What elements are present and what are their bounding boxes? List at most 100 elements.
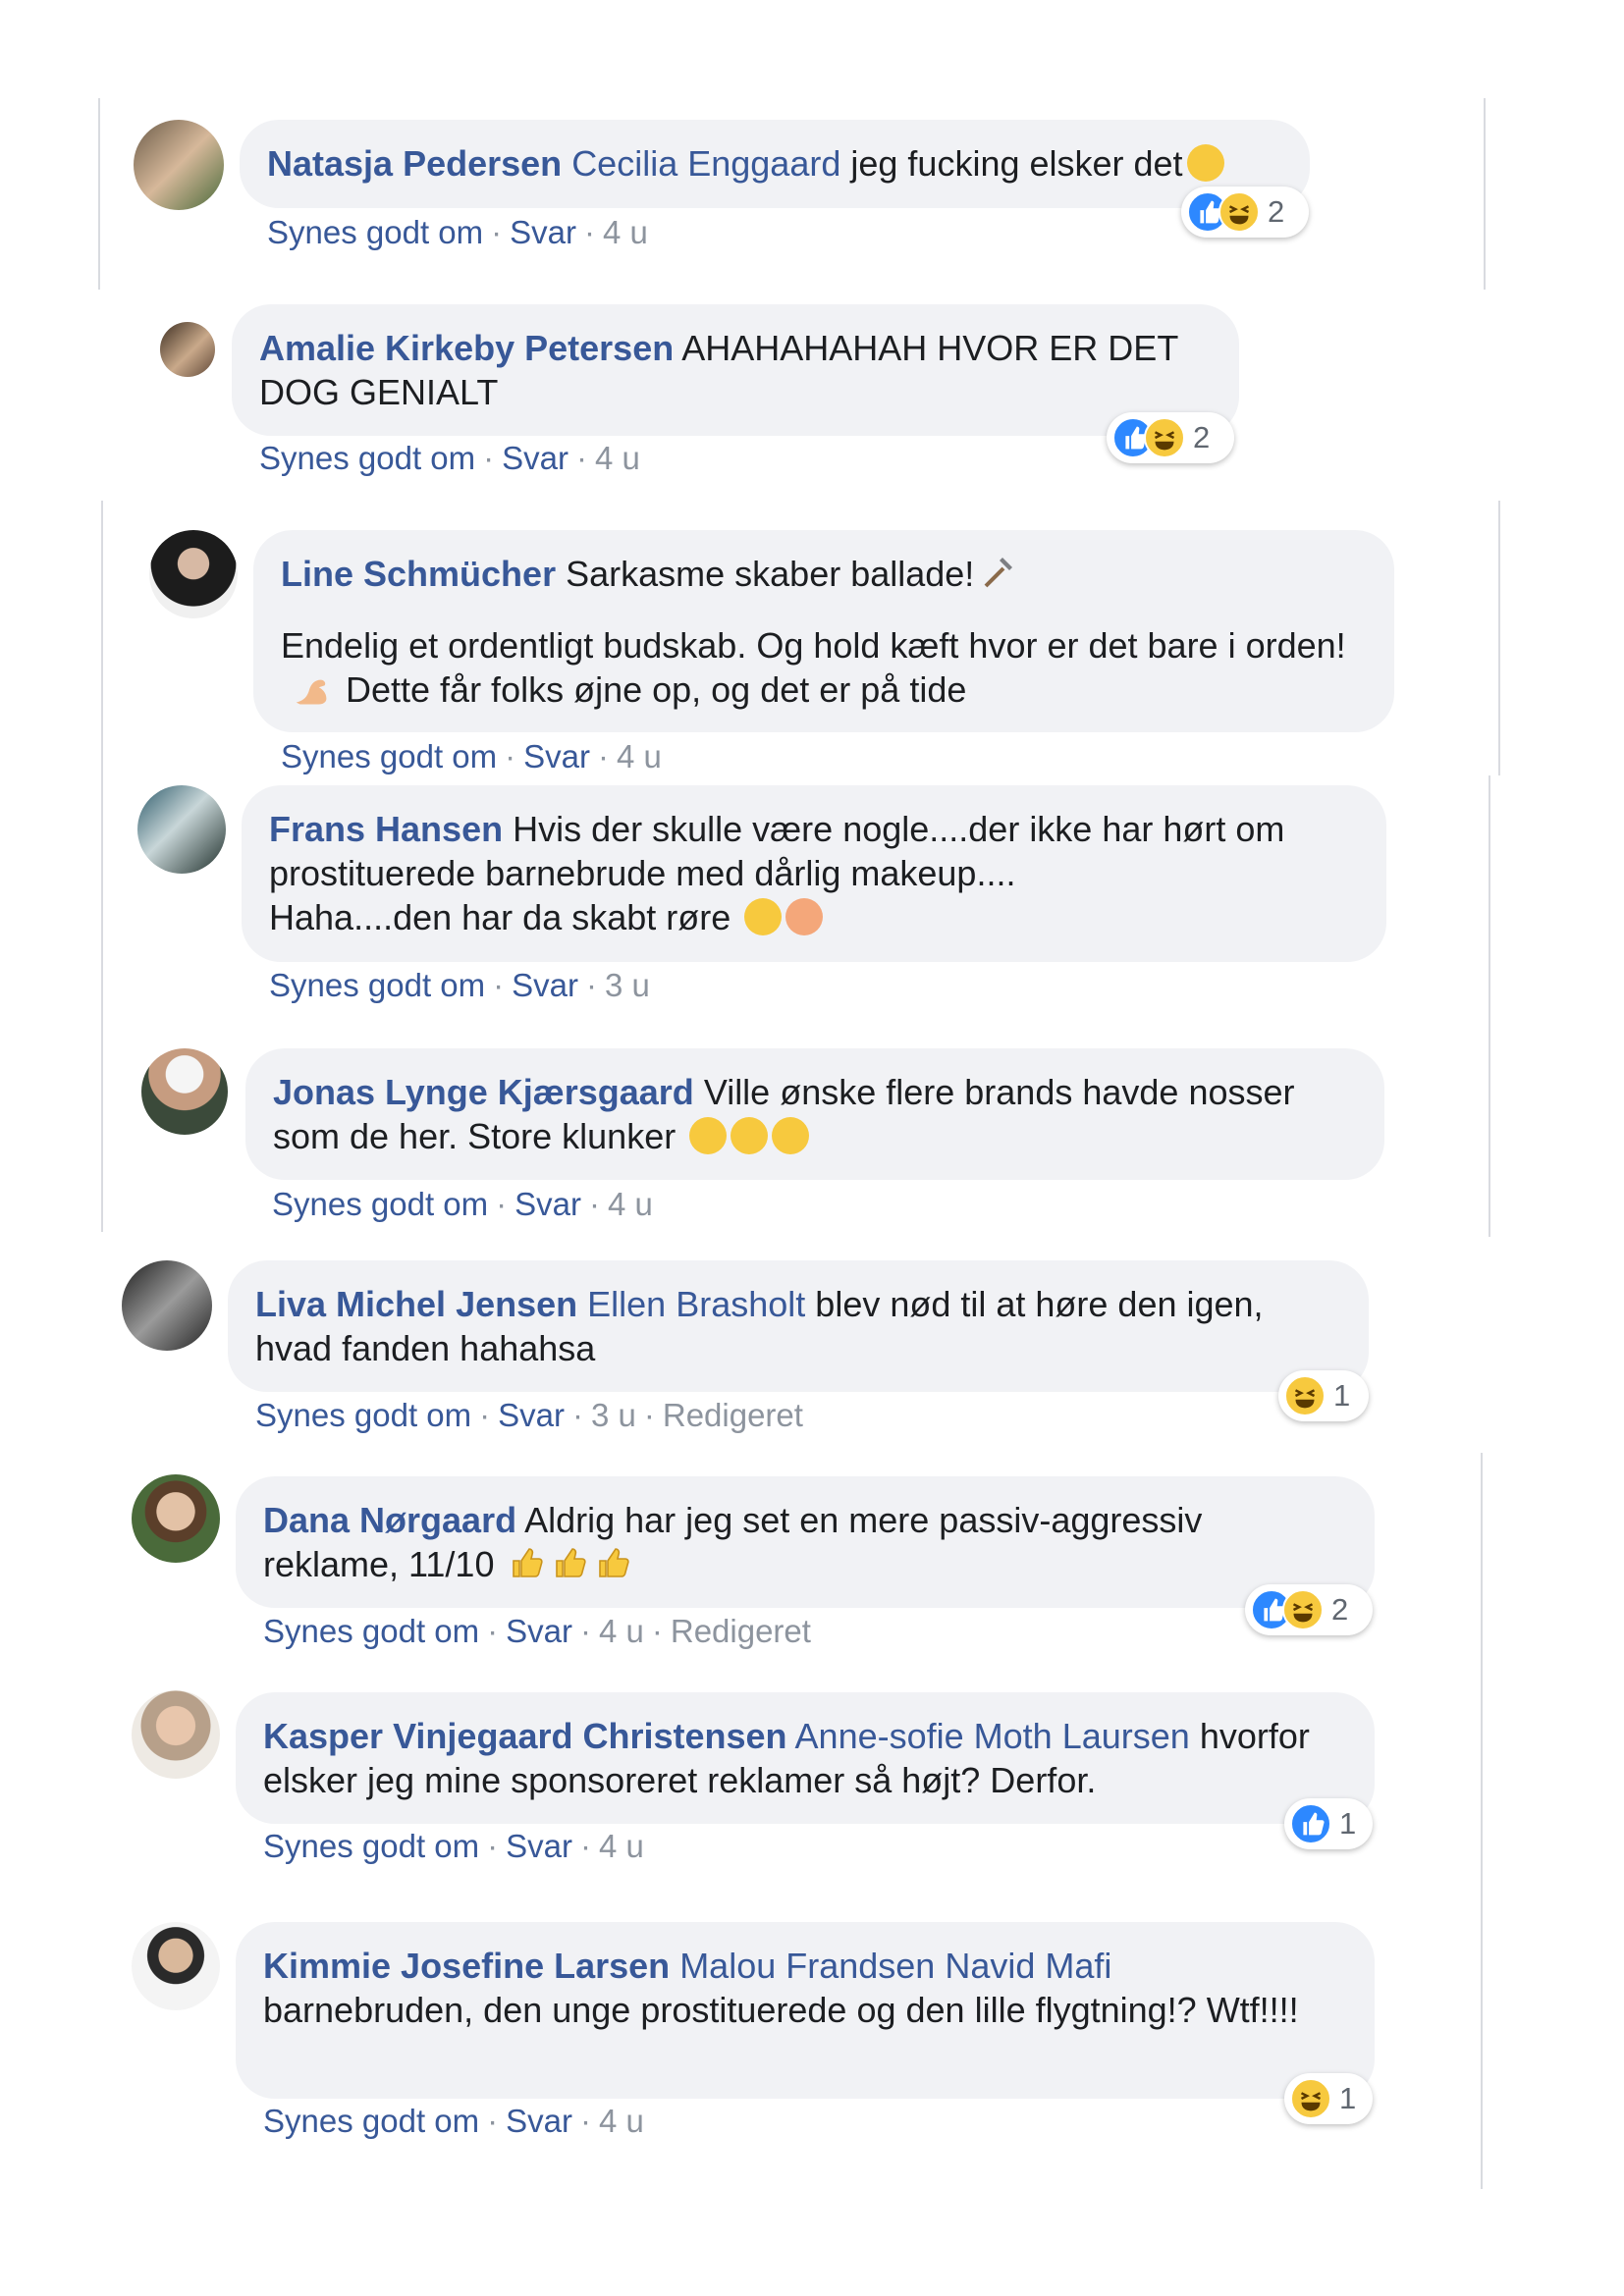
- comment-bubble: Natasja Pedersen Cecilia Enggaard jeg fu…: [240, 120, 1310, 208]
- comment-bubble: Frans Hansen Hvis der skulle være nogle.…: [242, 785, 1386, 962]
- avatar[interactable]: [134, 120, 224, 210]
- comment-author[interactable]: Frans Hansen: [269, 809, 503, 849]
- timestamp[interactable]: 4 u: [599, 2103, 644, 2139]
- thread-border: [101, 1021, 103, 1232]
- comment-author[interactable]: Liva Michel Jensen: [255, 1284, 577, 1324]
- like-link[interactable]: Synes godt om: [281, 738, 497, 774]
- reaction-summary[interactable]: 1: [1284, 2073, 1373, 2124]
- separator: ·: [579, 1613, 591, 1649]
- avatar[interactable]: [132, 1474, 220, 1563]
- timestamp[interactable]: 4 u: [599, 1613, 644, 1649]
- reaction-summary[interactable]: 1: [1284, 1798, 1373, 1849]
- separator: ·: [491, 214, 503, 250]
- like-link[interactable]: Synes godt om: [255, 1397, 471, 1433]
- avatar[interactable]: [160, 322, 215, 377]
- comment-actions: Synes godt om · Svar · 3 u · Redigeret: [255, 1397, 803, 1434]
- edited-label[interactable]: Redigeret: [671, 1613, 811, 1649]
- avatar[interactable]: [132, 1690, 220, 1779]
- tagged-user[interactable]: Cecilia Enggaard: [571, 143, 840, 184]
- separator: ·: [597, 738, 609, 774]
- separator: ·: [487, 2103, 499, 2139]
- comment-text: jeg fucking elsker det: [850, 143, 1183, 184]
- comment-actions: Synes godt om · Svar · 4 u: [263, 2103, 644, 2140]
- comment-actions: Synes godt om · Svar · 4 u: [281, 738, 662, 775]
- timestamp[interactable]: 4 u: [599, 1828, 644, 1864]
- reaction-summary[interactable]: 2: [1181, 187, 1309, 238]
- reply-link[interactable]: Svar: [510, 214, 576, 250]
- haha-reaction-icon: [1290, 2078, 1331, 2119]
- reaction-count: 1: [1339, 1806, 1357, 1841]
- separator: ·: [579, 1828, 591, 1864]
- reply-link[interactable]: Svar: [523, 738, 590, 774]
- like-link[interactable]: Synes godt om: [263, 2103, 479, 2139]
- comment-author[interactable]: Kasper Vinjegaard Christensen: [263, 1716, 787, 1756]
- reaction-count: 2: [1268, 194, 1285, 229]
- tagged-user[interactable]: Ellen Brasholt: [587, 1284, 805, 1324]
- avatar[interactable]: [132, 1922, 220, 2010]
- avatar[interactable]: [137, 785, 226, 874]
- comment-author[interactable]: Kimmie Josefine Larsen: [263, 1946, 670, 1986]
- comment-author[interactable]: Line Schmücher: [281, 554, 556, 594]
- like-link[interactable]: Synes godt om: [259, 440, 475, 476]
- thumbs-up-emoji-icon: [551, 1543, 590, 1582]
- comment-actions: Synes godt om · Svar · 3 u: [269, 967, 650, 1004]
- reply-link[interactable]: Svar: [512, 967, 578, 1003]
- comment-bubble: Amalie Kirkeby Petersen AHAHAHAHAH HVOR …: [232, 304, 1239, 436]
- comment-bubble: Kasper Vinjegaard Christensen Anne-sofie…: [236, 1692, 1375, 1824]
- thinking-face-emoji-icon: [744, 898, 783, 935]
- timestamp[interactable]: 4 u: [617, 738, 662, 774]
- comment-author[interactable]: Natasja Pedersen: [267, 143, 562, 184]
- reaction-summary[interactable]: 1: [1278, 1370, 1369, 1421]
- separator: ·: [588, 1186, 600, 1222]
- timestamp[interactable]: 4 u: [595, 440, 640, 476]
- reaction-count: 1: [1339, 2081, 1357, 2115]
- separator: ·: [505, 738, 516, 774]
- comment-bubble: Dana Nørgaard Aldrig har jeg set en mere…: [236, 1476, 1375, 1608]
- timestamp[interactable]: 3 u: [605, 967, 650, 1003]
- flexed-biceps-emoji-icon: [291, 670, 336, 710]
- reply-link[interactable]: Svar: [506, 1613, 572, 1649]
- timestamp[interactable]: 3 u: [591, 1397, 636, 1433]
- thumbs-up-emoji-icon: [508, 1543, 547, 1582]
- reply-link[interactable]: Svar: [514, 1186, 581, 1222]
- reply-link[interactable]: Svar: [498, 1397, 565, 1433]
- separator: ·: [651, 1613, 663, 1649]
- tagged-user[interactable]: Anne-sofie Moth Laursen: [795, 1716, 1190, 1756]
- edited-label[interactable]: Redigeret: [663, 1397, 803, 1433]
- like-link[interactable]: Synes godt om: [263, 1613, 479, 1649]
- reaction-count: 1: [1333, 1378, 1351, 1413]
- comment-actions: Synes godt om · Svar · 4 u · Redigeret: [263, 1613, 811, 1650]
- tagged-user[interactable]: Malou Frandsen Navid Mafi: [679, 1946, 1111, 1986]
- thread-border: [1498, 501, 1500, 775]
- reaction-summary[interactable]: 2: [1107, 412, 1234, 463]
- thumbs-up-emoji-icon: [594, 1543, 633, 1582]
- comment-author[interactable]: Jonas Lynge Kjærsgaard: [273, 1072, 694, 1112]
- tears-of-joy-emoji-icon: [1186, 144, 1224, 182]
- avatar[interactable]: [122, 1260, 212, 1351]
- reaction-summary[interactable]: 2: [1245, 1584, 1373, 1635]
- like-link[interactable]: Synes godt om: [267, 214, 483, 250]
- haha-reaction-icon: [1144, 417, 1185, 458]
- comment-bubble: Kimmie Josefine Larsen Malou Frandsen Na…: [236, 1922, 1375, 2099]
- timestamp[interactable]: 4 u: [603, 214, 648, 250]
- comment-author[interactable]: Amalie Kirkeby Petersen: [259, 328, 674, 368]
- thread-border: [98, 98, 100, 290]
- thread-border: [1481, 1453, 1483, 2189]
- comment-author[interactable]: Dana Nørgaard: [263, 1500, 516, 1540]
- avatar[interactable]: [149, 530, 238, 618]
- like-link[interactable]: Synes godt om: [272, 1186, 488, 1222]
- reply-link[interactable]: Svar: [502, 440, 568, 476]
- tears-of-joy-emoji-icon: [731, 1117, 769, 1154]
- hammer-emoji-icon: [978, 553, 1017, 592]
- timestamp[interactable]: 4 u: [608, 1186, 653, 1222]
- reply-link[interactable]: Svar: [506, 1828, 572, 1864]
- avatar[interactable]: [141, 1048, 228, 1135]
- like-link[interactable]: Synes godt om: [269, 967, 485, 1003]
- separator: ·: [571, 1397, 583, 1433]
- like-link[interactable]: Synes godt om: [263, 1828, 479, 1864]
- reaction-count: 2: [1331, 1592, 1349, 1627]
- comment-bubble: Liva Michel Jensen Ellen Brasholt blev n…: [228, 1260, 1369, 1392]
- separator: ·: [583, 214, 595, 250]
- reply-link[interactable]: Svar: [506, 2103, 572, 2139]
